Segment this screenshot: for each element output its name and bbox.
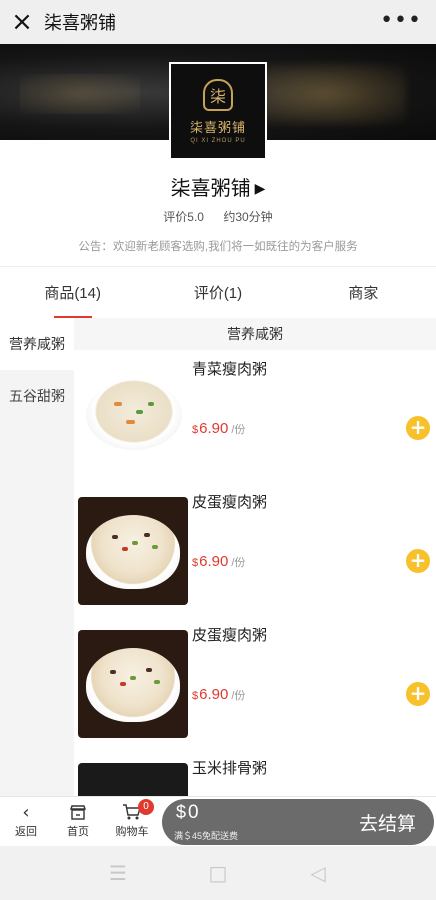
more-options-icon[interactable]: ••• bbox=[380, 8, 422, 33]
product-price: $6.90/份 bbox=[192, 420, 246, 437]
play-arrow-icon: ▶ bbox=[254, 180, 266, 196]
shop-name[interactable]: 柒喜粥铺 ▶ bbox=[0, 172, 436, 201]
checkout-bar: $0 满＄45免配送费 去结算 bbox=[162, 799, 434, 845]
title-bar: × 柒喜粥铺 ••• bbox=[0, 0, 436, 44]
menu-icon[interactable]: ☰ bbox=[68, 861, 168, 885]
category-sweet-grain-porridge[interactable]: 五谷甜粥 bbox=[0, 370, 74, 422]
product-name: 青菜瘦肉粥 bbox=[192, 361, 268, 378]
product-image bbox=[78, 497, 188, 605]
tab-bar: 商品(14) 评价(1) 商家 bbox=[0, 266, 436, 318]
list-item[interactable]: 玉米排骨粥 bbox=[74, 749, 436, 796]
list-item[interactable]: 青菜瘦肉粥 $6.90/份 + bbox=[74, 350, 436, 483]
cart-total: $0 bbox=[176, 802, 199, 823]
cart-label: 购物车 bbox=[115, 826, 149, 838]
back-icon[interactable]: ◁ bbox=[268, 861, 368, 885]
section-title: 营养咸粥 bbox=[74, 318, 436, 350]
product-list: 营养咸粥 青菜瘦肉粥 $6.90/份 + 皮蛋瘦肉粥 $6.90/份 + 皮蛋瘦… bbox=[74, 318, 436, 796]
close-icon[interactable]: × bbox=[0, 0, 44, 44]
checkout-button[interactable]: 去结算 bbox=[359, 809, 416, 836]
tab-reviews[interactable]: 评价(1) bbox=[145, 267, 290, 318]
back-button[interactable]: ‹ 返回 bbox=[6, 801, 46, 839]
free-delivery-note: 满＄45免配送费 bbox=[174, 831, 239, 841]
shop-meta: 评价5.0 约30分钟 bbox=[0, 208, 436, 225]
tab-products[interactable]: 商品(14) bbox=[0, 267, 145, 318]
store-icon bbox=[58, 801, 98, 823]
list-item[interactable]: 皮蛋瘦肉粥 $6.90/份 + bbox=[74, 616, 436, 749]
shop-logo: 柒 柒喜粥铺 QI XI ZHOU PU bbox=[169, 62, 267, 160]
home-button[interactable]: 首页 bbox=[58, 801, 98, 839]
product-name: 玉米排骨粥 bbox=[192, 760, 268, 777]
tab-merchant[interactable]: 商家 bbox=[291, 267, 436, 318]
product-image bbox=[78, 364, 188, 472]
add-to-cart-button[interactable]: + bbox=[406, 549, 430, 573]
system-nav-bar: ☰ □ ◁ bbox=[0, 846, 436, 900]
product-price: $6.90/份 bbox=[192, 686, 246, 703]
product-name: 皮蛋瘦肉粥 bbox=[192, 627, 268, 644]
logo-name: 柒喜粥铺 bbox=[189, 120, 246, 136]
shop-rating: 评价5.0 bbox=[163, 210, 204, 224]
logo-pinyin: QI XI ZHOU PU bbox=[190, 137, 246, 144]
list-item[interactable]: 皮蛋瘦肉粥 $6.90/份 + bbox=[74, 483, 436, 616]
category-savory-porridge[interactable]: 营养咸粥 bbox=[0, 318, 74, 370]
bottom-bar: ‹ 返回 首页 0 购物车 $0 满＄45免配送费 去结算 bbox=[0, 796, 436, 846]
back-label: 返回 bbox=[15, 826, 37, 838]
home-icon[interactable]: □ bbox=[168, 861, 268, 885]
cart-count-badge: 0 bbox=[138, 799, 154, 815]
logo-glyph: 柒 bbox=[203, 78, 233, 111]
home-label: 首页 bbox=[67, 826, 89, 838]
add-to-cart-button[interactable]: + bbox=[406, 416, 430, 440]
add-to-cart-button[interactable]: + bbox=[406, 682, 430, 706]
page-title: 柒喜粥铺 bbox=[44, 13, 116, 33]
product-image bbox=[78, 630, 188, 738]
back-arrow-icon: ‹ bbox=[22, 801, 30, 823]
product-price: $6.90/份 bbox=[192, 553, 246, 570]
shop-notice: 公告：欢迎新老顾客选购,我们将一如既往的为客户服务 bbox=[78, 241, 358, 253]
category-nav: 营养咸粥 五谷甜粥 bbox=[0, 318, 74, 796]
cart-button[interactable]: 0 购物车 bbox=[110, 799, 154, 839]
shop-name-text: 柒喜粥铺 bbox=[170, 178, 251, 200]
product-image bbox=[78, 763, 188, 796]
delivery-time: 约30分钟 bbox=[223, 210, 273, 224]
product-name: 皮蛋瘦肉粥 bbox=[192, 494, 268, 511]
